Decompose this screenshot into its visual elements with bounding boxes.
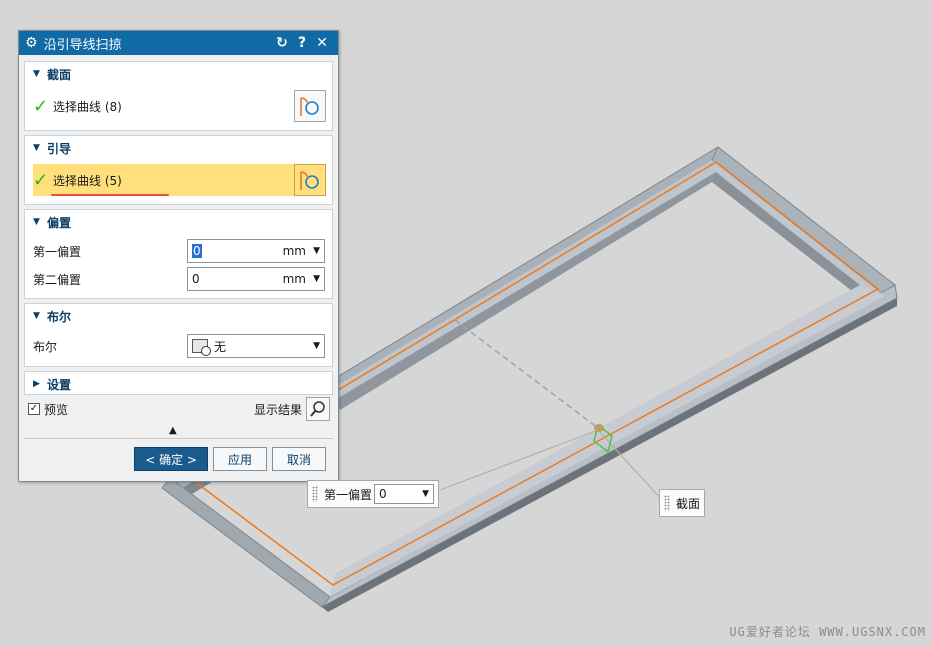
boolean-value: 无	[214, 339, 227, 354]
section-group-title: 截面	[47, 67, 72, 82]
chevron-down-icon[interactable]: ▼	[313, 341, 320, 351]
boolean-label: 布尔	[33, 339, 58, 354]
dialog-title: 沿引导线扫掠	[43, 37, 122, 53]
caret-down-icon: ▼	[33, 143, 40, 153]
settings-group-title: 设置	[47, 377, 72, 392]
help-button[interactable]: ?	[292, 35, 312, 51]
selection-underline	[51, 194, 169, 196]
viewport-offset-input[interactable]: 0 ▼	[374, 484, 435, 504]
viewport-offset-value: 0	[379, 487, 387, 501]
curve-rule-icon	[300, 97, 319, 116]
boolean-group: ▼ 布尔 布尔 无 ▼	[24, 303, 333, 367]
viewport-offset-label: 第一偏置	[324, 487, 373, 502]
guide-group-header[interactable]: ▼ 引导	[25, 136, 332, 160]
caret-down-icon: ▼	[33, 217, 40, 227]
viewport-offset-box: 第一偏置 0 ▼	[307, 480, 440, 508]
second-offset-label: 第二偏置	[33, 272, 82, 287]
checkmark-icon: ✓	[33, 95, 49, 117]
dialog-buttons: < 确定 > 应用 取消	[134, 447, 326, 471]
guide-select-curve-row[interactable]: ✓ 选择曲线 (5)	[33, 164, 326, 196]
viewport-section-box: 截面	[659, 489, 706, 517]
show-result-label: 显示结果	[253, 402, 302, 417]
caret-down-icon: ▼	[33, 311, 40, 321]
watermark: UG爱好者论坛 WWW.UGSNX.COM	[729, 625, 926, 639]
offset-group-header[interactable]: ▼ 偏置	[25, 210, 332, 234]
boolean-group-title: 布尔	[47, 309, 72, 324]
boolean-none-icon	[192, 339, 211, 356]
collapse-triangle-icon[interactable]: ▲	[169, 425, 177, 436]
chevron-down-icon[interactable]: ▼	[313, 246, 320, 256]
section-group-header[interactable]: ▼ 截面	[25, 62, 332, 86]
gear-icon[interactable]: ⚙	[25, 35, 38, 51]
preview-row: ✓ 预览 显示结果	[28, 397, 330, 421]
offset-group-title: 偏置	[47, 215, 72, 230]
apply-button[interactable]: 应用	[213, 447, 267, 471]
guide-group: ▼ 引导 ✓ 选择曲线 (5)	[24, 135, 333, 205]
show-result-button[interactable]	[306, 397, 330, 421]
viewport-section-label[interactable]: 截面	[676, 495, 700, 512]
caret-right-icon: ▶	[33, 379, 40, 389]
drag-grip-icon[interactable]	[312, 486, 318, 502]
magnifier-icon	[310, 401, 325, 417]
second-offset-row: 第二偏置 0 mm ▼	[33, 267, 326, 291]
boolean-select[interactable]: 无 ▼	[187, 334, 325, 358]
offset-group: ▼ 偏置 第一偏置 0 mm ▼ 第二偏置 0 mm ▼	[24, 209, 333, 299]
preview-checkbox[interactable]: ✓	[28, 403, 40, 415]
second-offset-value: 0	[192, 272, 200, 286]
settings-group-header[interactable]: ▶ 设置	[25, 372, 332, 396]
preview-label: 预览	[44, 402, 69, 417]
sweep-along-guide-dialog: ⚙ 沿引导线扫掠 ↻ ? ✕ ▼ 截面 ✓ 选择曲线 (8) ▼ 引导 ✓ 选择…	[18, 30, 339, 482]
first-offset-input[interactable]: 0 mm ▼	[187, 239, 325, 263]
chevron-down-icon[interactable]: ▼	[313, 274, 320, 284]
second-offset-input[interactable]: 0 mm ▼	[187, 267, 325, 291]
first-offset-label: 第一偏置	[33, 244, 82, 259]
second-offset-unit: mm	[282, 272, 306, 286]
ok-button[interactable]: < 确定 >	[134, 447, 208, 471]
first-offset-value: 0	[192, 244, 202, 258]
boolean-row: 布尔 无 ▼	[33, 334, 326, 358]
section-group: ▼ 截面 ✓ 选择曲线 (8)	[24, 61, 333, 131]
curve-rule-icon	[300, 171, 319, 190]
boolean-group-header[interactable]: ▼ 布尔	[25, 304, 332, 328]
curve-rule-button[interactable]	[294, 90, 326, 122]
section-select-curve-row[interactable]: ✓ 选择曲线 (8)	[33, 90, 326, 122]
dialog-titlebar: ⚙ 沿引导线扫掠 ↻ ? ✕	[19, 31, 338, 55]
first-offset-row: 第一偏置 0 mm ▼	[33, 239, 326, 263]
close-button[interactable]: ✕	[312, 35, 332, 51]
first-offset-unit: mm	[282, 244, 306, 258]
checkmark-icon: ✓	[33, 169, 49, 191]
guide-group-title: 引导	[47, 141, 72, 156]
footer-divider	[24, 438, 333, 439]
reset-icon[interactable]: ↻	[272, 35, 292, 51]
caret-down-icon: ▼	[33, 69, 40, 79]
curve-rule-button[interactable]	[294, 164, 326, 196]
settings-group: ▶ 设置	[24, 371, 333, 395]
chevron-down-icon[interactable]: ▼	[422, 489, 429, 499]
section-select-curve-label: 选择曲线 (8)	[53, 99, 122, 114]
guide-select-curve-label: 选择曲线 (5)	[53, 173, 122, 188]
drag-grip-icon[interactable]	[664, 495, 670, 511]
cancel-button[interactable]: 取消	[272, 447, 326, 471]
